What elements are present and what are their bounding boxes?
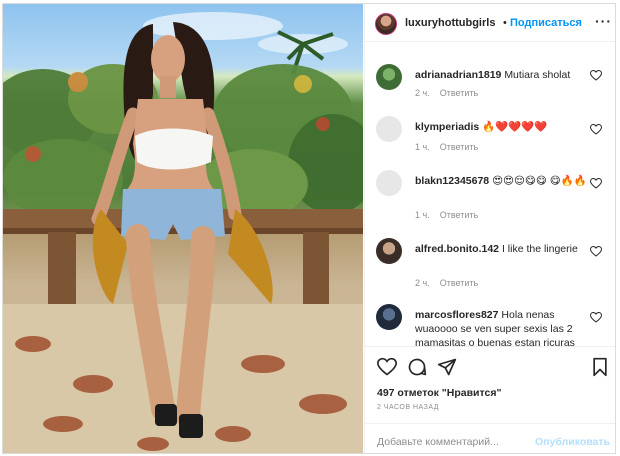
reply-button[interactable]: Ответить — [440, 88, 478, 98]
author-username[interactable]: luxuryhottubgirls — [405, 17, 495, 29]
post-header: luxuryhottubgirls • Подписаться ··· — [365, 4, 615, 42]
comments-list[interactable]: adrianadrian1819 Mutiara sholat 2 ч. Отве… — [365, 42, 615, 346]
comment-body: 😍😍😌😋😋 😋🔥🔥 — [492, 175, 587, 187]
comment-time: 1 ч. — [415, 210, 430, 220]
post-timestamp[interactable]: 2 ЧАСОВ НАЗАД — [377, 404, 439, 411]
publish-button[interactable]: Опубликовать — [535, 436, 610, 448]
commenter-avatar[interactable] — [376, 116, 402, 142]
comment-meta: 1 ч. Ответить — [415, 142, 488, 152]
comment-time: 2 ч. — [415, 88, 430, 98]
commenter-avatar[interactable] — [376, 238, 402, 264]
comment-username[interactable]: blakn12345678 — [415, 175, 489, 187]
comment-username[interactable]: alfred.bonito.142 — [415, 243, 499, 255]
follow-button[interactable]: Подписаться — [510, 17, 582, 29]
reply-button[interactable]: Ответить — [440, 210, 478, 220]
comment-like-icon[interactable] — [590, 124, 602, 135]
heart-icon[interactable] — [377, 357, 397, 377]
comment-meta: 1 ч. Ответить — [415, 210, 488, 220]
reply-button[interactable]: Ответить — [440, 278, 478, 288]
post-actions: 497 отметок "Нравится" 2 ЧАСОВ НАЗАД Доб… — [365, 346, 615, 453]
comment-text: alfred.bonito.142 I like the lingerie — [415, 242, 595, 256]
comment-username[interactable]: marcosflores827 — [415, 309, 498, 321]
post-side-pane: luxuryhottubgirls • Подписаться ··· adri… — [364, 4, 615, 453]
commenter-avatar[interactable] — [376, 304, 402, 330]
author-avatar[interactable] — [375, 13, 397, 35]
comment-input[interactable]: Добавьте комментарий... — [377, 436, 499, 448]
post-photo-illustration — [3, 12, 363, 453]
comment-icon[interactable] — [407, 357, 427, 377]
comment-like-icon[interactable] — [590, 178, 602, 189]
comment-like-icon[interactable] — [590, 312, 602, 323]
comment-text: marcosflores827 Hola nenas wuaoooo se ve… — [415, 308, 595, 346]
comment-meta: 2 ч. Ответить — [415, 278, 488, 288]
add-comment-bar: Добавьте комментарий... Опубликовать — [365, 423, 615, 453]
comment-text: klymperiadis 🔥❤️❤️❤️❤️ — [415, 120, 595, 134]
save-icon[interactable] — [590, 357, 610, 377]
comment-meta: 2 ч. Ответить — [415, 88, 488, 98]
share-icon[interactable] — [437, 357, 457, 377]
commenter-avatar[interactable] — [376, 64, 402, 90]
likes-count[interactable]: 497 отметок "Нравится" — [377, 387, 501, 399]
post-photo[interactable] — [3, 4, 363, 453]
comment-username[interactable]: adrianadrian1819 — [415, 69, 501, 81]
comment-body: 🔥❤️❤️❤️❤️ — [482, 121, 548, 133]
comment-time: 1 ч. — [415, 142, 430, 152]
comment-text: adrianadrian1819 Mutiara sholat — [415, 68, 595, 82]
reply-button[interactable]: Ответить — [440, 142, 478, 152]
comment-like-icon[interactable] — [590, 246, 602, 257]
header-separator: • — [503, 17, 507, 29]
comment-body: I like the lingerie — [501, 243, 578, 255]
comment-time: 2 ч. — [415, 278, 430, 288]
instagram-post: luxuryhottubgirls • Подписаться ··· adri… — [2, 3, 616, 454]
comment-text: blakn12345678 😍😍😌😋😋 😋🔥🔥 — [415, 174, 595, 188]
commenter-avatar[interactable] — [376, 170, 402, 196]
comment-username[interactable]: klymperiadis — [415, 121, 479, 133]
comment-like-icon[interactable] — [590, 70, 602, 81]
comment-body: Mutiara sholat — [504, 69, 571, 81]
more-options-icon[interactable]: ··· — [595, 13, 612, 29]
